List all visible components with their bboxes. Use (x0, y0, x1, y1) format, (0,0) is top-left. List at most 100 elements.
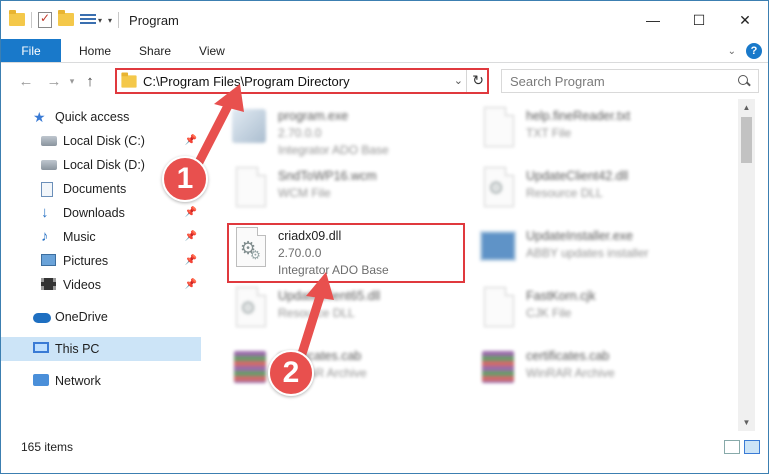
sidebar-item-label: Quick access (55, 110, 130, 124)
sidebar-item-this-pc[interactable]: This PC (1, 337, 201, 361)
separator (118, 12, 120, 28)
file-type: TXT File (526, 126, 572, 140)
sidebar-item-label: Music (63, 230, 96, 244)
file-type: CJK File (526, 306, 572, 320)
folder-icon (121, 71, 137, 88)
sidebar-item-network[interactable]: Network (1, 369, 201, 393)
recent-locations-icon[interactable]: ▾ (65, 76, 79, 87)
highlight-box (227, 223, 465, 283)
navigation-pane: ★ Quick access Local Disk (C:) 📌 Local D… (1, 99, 206, 431)
generic-file-icon (478, 287, 518, 331)
videos-icon (41, 278, 57, 292)
download-icon: ↓ (41, 204, 49, 221)
new-folder-icon[interactable] (58, 10, 74, 27)
scroll-thumb[interactable] (741, 117, 752, 163)
sidebar-item-label: Documents (63, 182, 127, 196)
file-tile[interactable]: SndToWP16.wcm WCM File (230, 167, 460, 223)
scroll-up-icon[interactable]: ▲ (738, 99, 755, 116)
tab-share[interactable]: Share (125, 39, 185, 62)
view-toggle (724, 440, 760, 454)
network-icon (33, 374, 49, 388)
search-placeholder: Search Program (510, 73, 605, 89)
scroll-down-icon[interactable]: ▼ (738, 414, 755, 431)
customize-toolbar-icon[interactable]: ▾ (108, 16, 112, 25)
file-name: FastKorn.cjk (526, 289, 596, 303)
close-button[interactable]: ✕ (722, 1, 768, 39)
up-icon[interactable]: ↑ (79, 73, 101, 90)
sidebar-item-label: Videos (63, 278, 101, 292)
refresh-icon[interactable]: ↻ (472, 72, 484, 89)
file-tile[interactable]: UpdateInstaller.exe ABBY updates install… (478, 227, 708, 283)
file-name: help.fineReader.txt (526, 109, 631, 123)
separator (466, 70, 467, 92)
sidebar-item-label: Network (55, 374, 101, 388)
tab-home[interactable]: Home (61, 39, 125, 62)
file-tile[interactable]: certificates.cab WinRAR Archive (478, 347, 708, 403)
address-path[interactable]: C:\Program Files\Program Directory (143, 74, 350, 89)
file-tile[interactable]: help.fineReader.txt TXT File (478, 107, 708, 163)
pin-icon: 📌 (184, 279, 197, 290)
tab-view[interactable]: View (185, 39, 239, 62)
documents-icon (41, 182, 57, 197)
chevron-down-icon[interactable]: ▾ (98, 16, 102, 25)
winrar-icon (478, 347, 518, 391)
folder-icon (9, 10, 25, 27)
maximize-button[interactable]: ☐ (676, 1, 722, 39)
search-input[interactable]: Search Program (501, 69, 759, 93)
sidebar-item-label: This PC (55, 342, 100, 356)
sidebar-item-music[interactable]: ♪ Music 📌 (1, 225, 201, 249)
tab-file[interactable]: File (1, 39, 61, 62)
file-name: certificates.cab (526, 349, 610, 363)
title-bar: ▾ ▾ Program — ☐ ✕ (1, 1, 768, 39)
sidebar-item-local-disk-c[interactable]: Local Disk (C:) 📌 (1, 129, 201, 153)
file-type: WCM File (278, 186, 331, 200)
minimize-button[interactable]: — (630, 1, 676, 39)
help-icon[interactable]: ? (746, 43, 762, 59)
pin-icon: 📌 (184, 135, 197, 146)
file-version: 2.70.0.0 (278, 126, 322, 140)
exe-icon (230, 107, 270, 151)
step-badge-2: 2 (268, 350, 314, 396)
file-type: ABBY updates installer (526, 246, 649, 260)
sidebar-item-downloads[interactable]: ↓ Downloads 📌 (1, 201, 201, 225)
sidebar-item-label: Downloads (63, 206, 125, 220)
file-tile[interactable]: ⚙ UpdateClient65.dll Resource DLL (230, 287, 460, 343)
file-tile[interactable]: ⚙ UpdateClient42.dll Resource DLL (478, 167, 708, 223)
file-tile[interactable]: FastKorn.cjk CJK File (478, 287, 708, 343)
file-description: Integrator ADO Base (278, 143, 389, 157)
status-bar: 165 items (1, 434, 768, 460)
sidebar-item-label: Local Disk (C:) (63, 134, 145, 148)
chevron-down-icon[interactable]: ⌄ (454, 74, 463, 87)
properties-icon[interactable] (38, 11, 52, 28)
file-tile[interactable]: program.exe 2.70.0.0 Integrator ADO Base (230, 107, 460, 163)
step-badge-1: 1 (162, 156, 208, 202)
text-file-icon (478, 107, 518, 151)
forward-icon[interactable]: → (43, 73, 65, 90)
expand-ribbon-icon[interactable]: ⌄ (728, 46, 736, 57)
file-name: UpdateClient42.dll (526, 169, 629, 183)
file-name: SndToWP16.wcm (278, 169, 377, 183)
sidebar-item-onedrive[interactable]: OneDrive (1, 305, 201, 329)
navigation-bar: ← → ▾ ↑ C:\Program Files\Program Directo… (1, 64, 768, 98)
item-count: 165 items (21, 440, 74, 454)
onedrive-icon (33, 310, 51, 324)
details-view-icon[interactable] (724, 440, 740, 454)
sidebar-item-videos[interactable]: Videos 📌 (1, 273, 201, 297)
file-name: program.exe (278, 109, 349, 123)
tiles-view-icon[interactable] (744, 440, 760, 454)
file-tile[interactable]: certificates.cab WinRAR Archive (230, 347, 460, 403)
file-type: Resource DLL (526, 186, 603, 200)
back-icon[interactable]: ← (15, 73, 37, 90)
disk-icon (41, 134, 57, 148)
sidebar-item-pictures[interactable]: Pictures 📌 (1, 249, 201, 273)
vertical-scrollbar[interactable]: ▲ ▼ (738, 99, 755, 431)
window-title: Program (129, 12, 179, 28)
pictures-icon (41, 254, 57, 268)
sidebar-item-quick-access[interactable]: ★ Quick access (1, 105, 201, 129)
search-icon[interactable] (738, 75, 750, 87)
installer-icon (478, 227, 518, 271)
sidebar-item-label: Local Disk (D:) (63, 158, 145, 172)
pc-icon (33, 342, 49, 356)
view-options-icon[interactable] (80, 13, 96, 27)
address-bar[interactable]: C:\Program Files\Program Directory ⌄ ↻ (115, 68, 489, 94)
